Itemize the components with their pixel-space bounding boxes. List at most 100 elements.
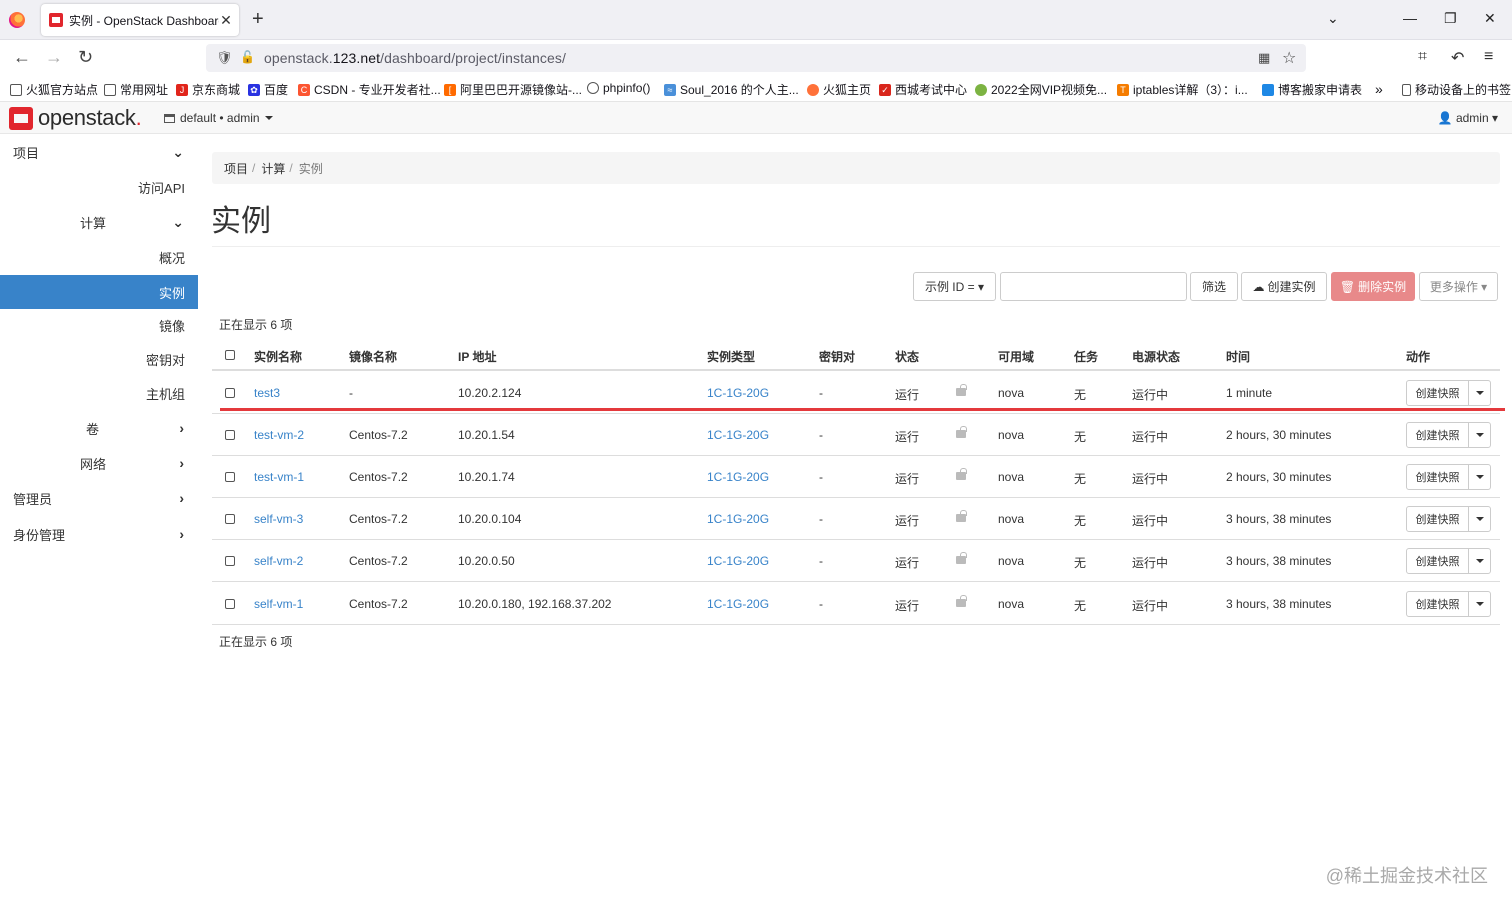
url-bar[interactable]: 🛡 🔓 openstack.123.net/dashboard/project/…: [206, 44, 1306, 72]
bookmark-item[interactable]: Tiptables详解（3）：i...: [1117, 81, 1248, 98]
flavor-link[interactable]: 1C-1G-20G: [707, 470, 769, 484]
flavor-link[interactable]: 1C-1G-20G: [707, 428, 769, 442]
bookmark-item[interactable]: ✿ 百度: [248, 81, 288, 98]
bookmark-star-icon[interactable]: ☆: [1282, 48, 1296, 68]
column-header[interactable]: 镜像名称: [349, 348, 397, 365]
row-checkbox[interactable]: [225, 430, 235, 440]
row-checkbox[interactable]: [225, 472, 235, 482]
instance-name-link[interactable]: self-vm-3: [254, 512, 303, 526]
instance-name-link[interactable]: self-vm-1: [254, 597, 303, 611]
bookmark-item[interactable]: 火狐主页: [807, 81, 871, 98]
bookmarks-overflow-icon[interactable]: »: [1375, 81, 1383, 97]
create-snapshot-button[interactable]: 创建快照: [1406, 548, 1469, 574]
column-header[interactable]: 可用域: [998, 348, 1034, 365]
column-header[interactable]: 密钥对: [819, 348, 855, 365]
mobile-bookmarks[interactable]: 移动设备上的书签: [1402, 81, 1511, 98]
bookmark-item[interactable]: [阿里巴巴开源镜像站-...: [444, 81, 582, 98]
sidebar-item-overview[interactable]: 概况: [0, 240, 185, 274]
openstack-logo-text[interactable]: openstack.: [38, 105, 142, 131]
restore-window-icon[interactable]: ❐: [1444, 10, 1457, 27]
project-selector[interactable]: default • admin: [164, 111, 273, 125]
flavor-link[interactable]: 1C-1G-20G: [707, 386, 769, 400]
new-tab-button[interactable]: +: [252, 9, 264, 29]
sidebar-item-identity[interactable]: 身份管理 ›: [0, 517, 198, 551]
sidebar-item-project[interactable]: 项目 ⌄: [0, 135, 198, 169]
flavor-link[interactable]: 1C-1G-20G: [707, 597, 769, 611]
close-window-icon[interactable]: ✕: [1484, 10, 1496, 27]
instance-name-link[interactable]: test-vm-2: [254, 428, 304, 442]
column-header[interactable]: 实例名称: [254, 348, 302, 365]
browser-tab-active[interactable]: 实例 - OpenStack Dashboard ✕: [41, 4, 239, 36]
instance-name-link[interactable]: test-vm-1: [254, 470, 304, 484]
bookmark-item[interactable]: 火狐官方站点: [10, 81, 98, 98]
breadcrumb-compute[interactable]: 计算: [261, 160, 285, 177]
bookmark-item[interactable]: 常用网址: [104, 81, 168, 98]
instance-name-link[interactable]: test3: [254, 386, 280, 400]
reload-icon[interactable]: ↻: [78, 47, 93, 67]
create-snapshot-button[interactable]: 创建快照: [1406, 591, 1469, 617]
tab-list-chevron-icon[interactable]: ⌄: [1327, 10, 1339, 27]
row-checkbox[interactable]: [225, 388, 235, 398]
filter-button[interactable]: 筛选: [1190, 272, 1238, 301]
bookmark-item[interactable]: C CSDN - 专业开发者社...: [298, 81, 441, 98]
sidebar-item-keypairs[interactable]: 密钥对: [0, 342, 185, 376]
row-checkbox[interactable]: [225, 599, 235, 609]
column-header[interactable]: 时间: [1226, 348, 1250, 365]
row-actions-dropdown[interactable]: [1468, 422, 1491, 448]
sidebar-item-compute[interactable]: 计算 ⌄: [0, 205, 198, 239]
user-menu[interactable]: 👤 admin ▾: [1438, 111, 1498, 125]
app-menu-icon[interactable]: ≡: [1484, 48, 1493, 66]
forward-arrow-icon[interactable]: →: [45, 47, 63, 67]
instance-name-link[interactable]: self-vm-2: [254, 554, 303, 568]
sidebar-item-access-api[interactable]: 访问API: [0, 170, 185, 204]
row-actions-dropdown[interactable]: [1468, 548, 1491, 574]
bookmark-item[interactable]: 博客搬家申请表: [1262, 81, 1362, 98]
row-actions-dropdown[interactable]: [1468, 506, 1491, 532]
sidebar-item-volumes[interactable]: 卷 ›: [0, 411, 198, 445]
screenshot-crop-icon[interactable]: ⌗: [1418, 48, 1427, 66]
sidebar-item-instances[interactable]: 实例: [0, 275, 198, 309]
row-actions-dropdown[interactable]: [1468, 464, 1491, 490]
bookmark-item[interactable]: ≈ Soul_2016 的个人主...: [664, 81, 799, 98]
tab-close-icon[interactable]: ✕: [219, 12, 233, 29]
column-header[interactable]: 状态: [895, 348, 919, 365]
delete-instances-button[interactable]: 🗑 删除实例: [1331, 272, 1415, 301]
sidebar-item-admin[interactable]: 管理员 ›: [0, 481, 198, 515]
select-all-checkbox[interactable]: [225, 350, 235, 360]
column-header[interactable]: IP 地址: [458, 348, 496, 365]
row-actions-dropdown[interactable]: [1468, 591, 1491, 617]
create-snapshot-button[interactable]: 创建快照: [1406, 506, 1469, 532]
flavor-link[interactable]: 1C-1G-20G: [707, 554, 769, 568]
filter-field-select[interactable]: 示例 ID = ▾: [913, 272, 996, 301]
bookmark-item[interactable]: phpinfo(): [587, 81, 650, 95]
bookmark-item[interactable]: ✓ 西城考试中心: [879, 81, 967, 98]
column-header[interactable]: 实例类型: [707, 348, 755, 365]
filter-input[interactable]: [1000, 272, 1187, 301]
create-snapshot-button[interactable]: 创建快照: [1406, 380, 1469, 406]
column-header[interactable]: 电源状态: [1132, 348, 1180, 365]
back-arrow-icon[interactable]: ←: [13, 47, 31, 67]
insecure-lock-icon[interactable]: 🔓: [240, 50, 255, 64]
sidebar-item-network[interactable]: 网络 ›: [0, 446, 198, 480]
breadcrumb-project[interactable]: 项目: [224, 160, 248, 177]
sidebar-item-images[interactable]: 镜像: [0, 308, 185, 342]
bookmark-item[interactable]: J 京东商城: [176, 81, 240, 98]
tracking-shield-icon[interactable]: 🛡: [216, 50, 233, 66]
create-snapshot-button[interactable]: 创建快照: [1406, 422, 1469, 448]
create-snapshot-button[interactable]: 创建快照: [1406, 464, 1469, 490]
sidebar-item-server-groups[interactable]: 主机组: [0, 376, 185, 410]
qr-code-icon[interactable]: ▦: [1258, 50, 1270, 66]
firefox-menu-icon[interactable]: [9, 12, 25, 28]
create-instance-button[interactable]: ☁ 创建实例: [1241, 272, 1327, 301]
url-text[interactable]: openstack.123.net/dashboard/project/inst…: [264, 50, 566, 66]
undo-icon[interactable]: ↶: [1451, 48, 1464, 68]
row-actions-dropdown[interactable]: [1468, 380, 1491, 406]
bookmark-item[interactable]: 2022全网VIP视频免...: [975, 81, 1107, 98]
flavor-link[interactable]: 1C-1G-20G: [707, 512, 769, 526]
openstack-logo-icon[interactable]: [9, 107, 33, 130]
column-header[interactable]: 任务: [1074, 348, 1098, 365]
more-actions-button[interactable]: 更多操作 ▾: [1419, 272, 1498, 301]
minimize-window-icon[interactable]: —: [1403, 10, 1417, 26]
row-checkbox[interactable]: [225, 514, 235, 524]
row-checkbox[interactable]: [225, 556, 235, 566]
